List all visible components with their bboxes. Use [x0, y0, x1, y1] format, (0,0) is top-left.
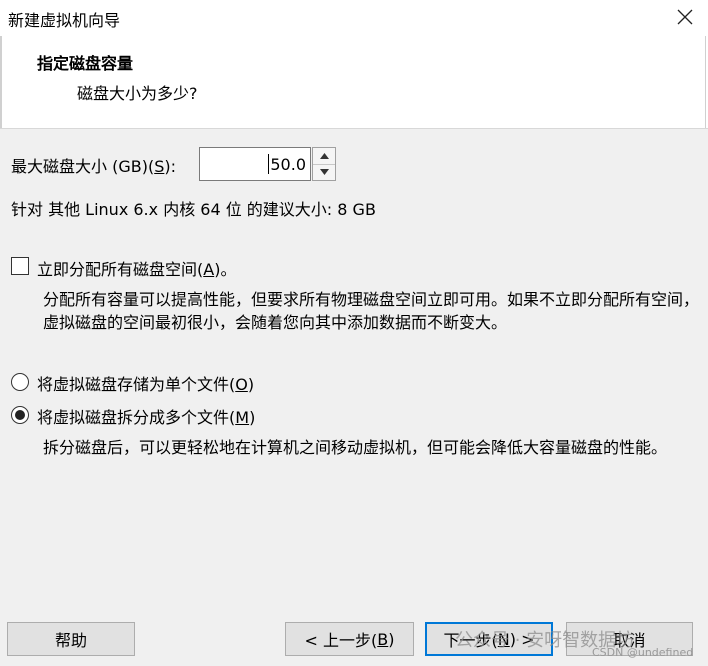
- allocate-all-checkbox[interactable]: [11, 257, 29, 275]
- help-button[interactable]: 帮助: [7, 622, 135, 656]
- wizard-header: 指定磁盘容量 磁盘大小为多少?: [0, 36, 708, 129]
- back-label-suffix: ): [388, 629, 395, 649]
- disk-size-label-suffix: ):: [164, 157, 176, 176]
- disk-size-value: 50.0: [270, 154, 306, 174]
- single-file-label[interactable]: 将虚拟磁盘存储为单个文件(O): [37, 371, 254, 395]
- allocate-all-label[interactable]: 立即分配所有磁盘空间(A)。: [37, 256, 236, 280]
- disk-size-spinner[interactable]: [312, 147, 336, 181]
- disk-size-label: 最大磁盘大小 (GB)(S):: [11, 153, 176, 177]
- arrow-down-icon: [319, 169, 329, 175]
- title-bar: 新建虚拟机向导: [0, 0, 708, 36]
- back-label: < 上一步(: [304, 631, 378, 650]
- window-title: 新建虚拟机向导: [8, 11, 121, 30]
- single-file-label-suffix: ): [247, 375, 255, 394]
- allocate-label-suffix: )。: [214, 260, 237, 279]
- multiple-files-label[interactable]: 将虚拟磁盘拆分成多个文件(M): [37, 404, 255, 428]
- disk-size-input[interactable]: 50.0: [199, 147, 311, 181]
- single-file-radio[interactable]: [11, 373, 29, 391]
- left-border: [0, 36, 2, 128]
- allocate-accesskey: A: [203, 260, 215, 279]
- step-title: 指定磁盘容量: [37, 54, 134, 73]
- watermark-subtext: CSDN @undefined: [592, 646, 694, 659]
- text-caret: [268, 154, 270, 174]
- multiple-files-label-suffix: ): [249, 408, 256, 427]
- back-accesskey: B: [377, 629, 389, 649]
- close-button[interactable]: [672, 4, 698, 30]
- back-button[interactable]: < 上一步(B): [285, 622, 414, 656]
- allocate-description: 分配所有容量可以提高性能，但要求所有物理磁盘空间立即可用。如果不立即分配所有空间…: [43, 290, 700, 332]
- single-file-label-text: 将虚拟磁盘存储为单个文件(: [37, 375, 236, 394]
- multiple-files-accesskey: M: [235, 408, 250, 427]
- disk-size-accesskey: S: [154, 157, 165, 176]
- allocate-label-text: 立即分配所有磁盘空间(: [37, 260, 204, 279]
- spin-up-button[interactable]: [313, 148, 335, 165]
- multiple-files-radio[interactable]: [11, 406, 29, 424]
- right-border: [705, 36, 706, 128]
- multiple-files-label-text: 将虚拟磁盘拆分成多个文件(: [37, 408, 236, 427]
- recommended-size-text: 针对 其他 Linux 6.x 内核 64 位 的建议大小: 8 GB: [11, 200, 376, 219]
- step-subtitle: 磁盘大小为多少?: [77, 84, 198, 103]
- single-file-accesskey: O: [235, 375, 248, 394]
- arrow-up-icon: [319, 153, 329, 159]
- split-description: 拆分磁盘后，可以更轻松地在计算机之间移动虚拟机，但可能会降低大容量磁盘的性能。: [43, 438, 668, 457]
- close-icon: [677, 9, 693, 25]
- disk-size-label-text: 最大磁盘大小 (GB)(: [11, 157, 155, 176]
- spin-down-button[interactable]: [313, 164, 335, 180]
